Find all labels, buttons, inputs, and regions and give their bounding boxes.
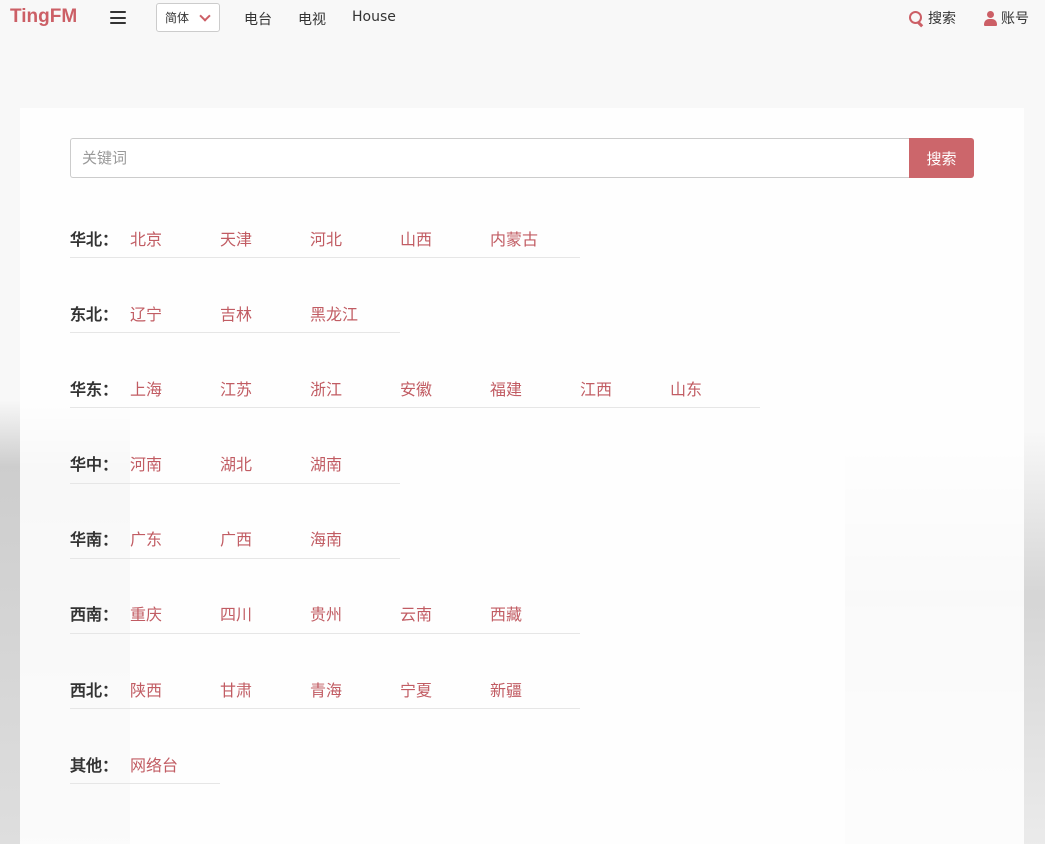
region-label: 华东： xyxy=(70,379,119,399)
region-row-inner: 东北： 辽宁 吉林 黑龙江 xyxy=(70,293,400,334)
brand-logo[interactable]: TingFM xyxy=(10,6,77,28)
region-label: 东北： xyxy=(70,304,119,324)
province-link[interactable]: 内蒙古 xyxy=(490,226,580,250)
province-link[interactable]: 安徽 xyxy=(400,376,490,400)
region-row-inner: 华北： 北京 天津 河北 山西 内蒙古 xyxy=(70,218,580,258)
province-link[interactable]: 吉林 xyxy=(220,301,310,325)
region-label: 其他： xyxy=(70,755,119,775)
province-link[interactable]: 江苏 xyxy=(220,376,310,400)
region-row-inner: 华南： 广东 广西 海南 xyxy=(70,519,400,559)
chevron-down-icon xyxy=(199,10,211,22)
region-list: 华北： 北京 天津 河北 山西 内蒙古 东北： 辽宁 吉林 黑龙江 华东： 上海 江苏 浙江 安徽 福建 江西山… xyxy=(70,218,760,820)
region-row-inner: 华中： 河南 湖北 湖南 xyxy=(70,444,400,484)
province-link[interactable]: 天津 xyxy=(220,226,310,250)
province-link[interactable]: 四川 xyxy=(220,601,310,625)
province-link[interactable]: 青海 xyxy=(310,677,400,701)
province-link[interactable]: 广西 xyxy=(220,526,310,550)
province-link[interactable]: 网络台 xyxy=(130,752,220,776)
province-link[interactable]: 西藏 xyxy=(490,601,580,625)
region-label: 华北： xyxy=(70,229,119,249)
region-row-inner: 西南： 重庆 四川 贵州 云南 西藏 xyxy=(70,594,580,634)
nav-account-label: 账号 xyxy=(1001,11,1029,27)
region-row-inner: 西北： 陕西 甘肃 青海 宁夏 新疆 xyxy=(70,669,580,710)
province-link[interactable]: 山东 xyxy=(670,376,760,400)
region-label: 西北： xyxy=(70,680,119,700)
province-link[interactable]: 黑龙江 xyxy=(310,301,400,325)
nav-link-radio[interactable]: 电台 xyxy=(244,9,272,29)
province-link[interactable]: 宁夏 xyxy=(400,677,490,701)
search-bar: 搜索 xyxy=(70,138,974,178)
search-button[interactable]: 搜索 xyxy=(909,138,974,178)
menu-icon[interactable] xyxy=(110,11,126,24)
nav-link-tv[interactable]: 电视 xyxy=(298,9,326,29)
region-row-inner: 华东： 上海 江苏 浙江 安徽 福建 江西 山东 xyxy=(70,368,760,409)
language-select[interactable]: 简体 xyxy=(156,3,220,32)
region-row: 其他： 网络台 xyxy=(70,744,760,819)
region-row: 华南： 广东 广西 海南 xyxy=(70,519,760,594)
region-label: 西南： xyxy=(70,605,119,625)
province-link[interactable]: 广东 xyxy=(130,526,220,550)
province-link[interactable]: 江西 xyxy=(580,376,670,400)
region-row: 华中： 河南 湖北 湖南 xyxy=(70,444,760,519)
region-label: 华中： xyxy=(70,455,119,475)
nav-search-link[interactable]: 搜索 xyxy=(909,8,956,28)
region-row: 华东： 上海 江苏 浙江 安徽 福建 江西 山东 xyxy=(70,368,760,443)
language-select-value: 简体 xyxy=(165,11,190,25)
main-card: 搜索 华北： 北京天津河北山西内蒙古东北： 辽宁吉林黑龙江华东： 上海江苏浙江安徽福建… xyxy=(20,108,1024,844)
region-label: 华南： xyxy=(70,530,119,550)
nav-account-link[interactable]: 账号 xyxy=(984,8,1029,28)
user-icon xyxy=(984,10,997,26)
region-row: 西北： 陕西 甘肃 青海 宁夏 新疆 xyxy=(70,669,760,744)
region-row: 华北： 北京 天津 河北 山西 内蒙古 xyxy=(70,218,760,293)
nav-link-house[interactable]: House xyxy=(352,9,396,25)
region-row-inner: 其他： 网络台 xyxy=(70,744,220,785)
top-navbar: TingFM 简体 电台 电视 House 搜索 账号 xyxy=(0,0,1045,36)
region-row: 东北： 辽宁 吉林 黑龙江 xyxy=(70,293,760,368)
province-link[interactable]: 贵州 xyxy=(310,601,400,625)
province-link[interactable]: 湖北 xyxy=(220,451,310,475)
region-row: 西南： 重庆 四川 贵州 云南 西藏 xyxy=(70,594,760,669)
province-link[interactable]: 福建 xyxy=(490,376,580,400)
province-link[interactable]: 湖南 xyxy=(310,451,400,475)
province-link[interactable]: 北京 xyxy=(130,226,220,250)
province-link[interactable]: 云南 xyxy=(400,601,490,625)
province-link[interactable]: 山西 xyxy=(400,226,490,250)
province-link[interactable]: 辽宁 xyxy=(130,301,220,325)
nav-search-label: 搜索 xyxy=(928,11,956,27)
province-link[interactable]: 甘肃 xyxy=(220,677,310,701)
search-icon xyxy=(909,10,924,26)
province-link[interactable]: 陕西 xyxy=(130,677,220,701)
province-link[interactable]: 新疆 xyxy=(490,677,580,701)
province-link[interactable]: 浙江 xyxy=(310,376,400,400)
province-link[interactable]: 重庆 xyxy=(130,601,220,625)
province-link[interactable]: 河南 xyxy=(130,451,220,475)
province-link[interactable]: 海南 xyxy=(310,526,400,550)
province-link[interactable]: 河北 xyxy=(310,226,400,250)
province-link[interactable]: 上海 xyxy=(130,376,220,400)
keyword-input[interactable] xyxy=(70,138,909,178)
